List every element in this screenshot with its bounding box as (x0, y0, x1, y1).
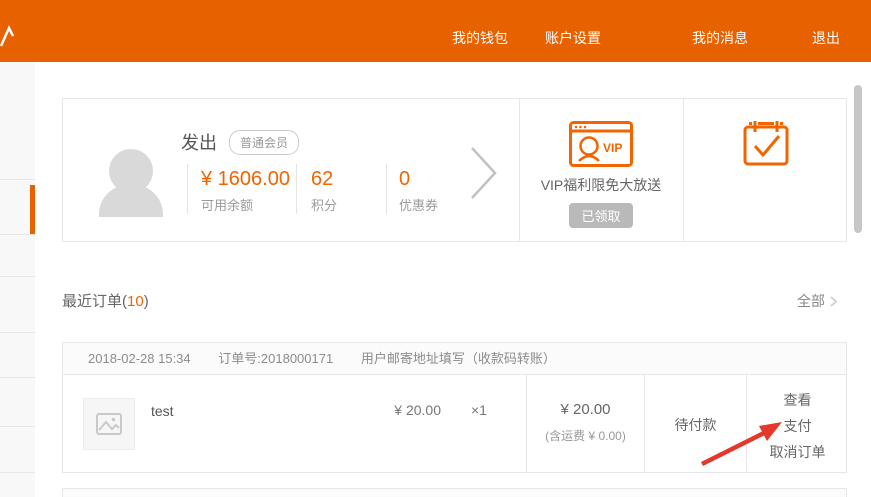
order-actions-cell: 查看 支付 取消订单 (746, 375, 848, 473)
product-price: ¥ 20.00 (383, 402, 441, 418)
points-stat: 62 积分 (311, 167, 337, 214)
sidebar-item-3[interactable] (0, 235, 35, 277)
scrollbar-thumb[interactable] (854, 85, 862, 233)
stat-divider (296, 164, 297, 214)
active-item-indicator (30, 185, 35, 234)
order-address-note: 用户邮寄地址填写（收款码转账） (361, 351, 556, 366)
pay-order-link[interactable]: 支付 (747, 417, 848, 435)
stat-divider (187, 164, 188, 214)
account-page: 我的钱包 账户设置 我的消息 退出 发出 普通会员 ¥ 1606.00 可用余额… (0, 0, 871, 497)
vip-promo-title: VIP福利限免大放送 (519, 175, 683, 195)
balance-label: 可用余额 (201, 195, 295, 214)
sidebar-item-5[interactable] (0, 333, 35, 378)
product-name[interactable]: test (151, 403, 174, 419)
coupons-label: 优惠券 (399, 195, 438, 214)
cancel-order-link[interactable]: 取消订单 (747, 443, 848, 461)
sidebar-menu (0, 62, 35, 497)
stat-divider (386, 164, 387, 214)
vip-window-icon: VIP (569, 121, 633, 167)
site-logo-fragment (0, 24, 14, 48)
nav-account-settings[interactable]: 账户设置 (545, 28, 601, 48)
member-level-badge: 普通会员 (229, 130, 299, 155)
sidebar-item-2-active[interactable] (0, 180, 35, 235)
calendar-check-icon (743, 119, 789, 167)
order-header-row: 2018-02-28 15:34 订单号:2018000171 用户邮寄地址填写… (63, 343, 846, 375)
orders-count: 10 (127, 293, 144, 310)
account-summary-card: 发出 普通会员 ¥ 1606.00 可用余额 62 积分 0 优惠券 (62, 98, 847, 242)
chevron-right-small-icon (829, 295, 838, 308)
sidebar-item-6[interactable] (0, 378, 35, 427)
svg-text:VIP: VIP (603, 141, 622, 155)
signin-calendar-block[interactable] (683, 99, 848, 241)
nav-my-messages[interactable]: 我的消息 (692, 28, 748, 48)
view-all-orders-link[interactable]: 全部 (797, 291, 838, 311)
coupons-value: 0 (399, 167, 438, 191)
order-datetime: 2018-02-28 15:34 (88, 351, 191, 366)
sidebar-item-7[interactable] (0, 427, 35, 473)
recent-orders-title: 最近订单(10) (62, 290, 149, 311)
sidebar-item-8[interactable] (0, 473, 35, 497)
nav-my-wallet[interactable]: 我的钱包 (452, 28, 508, 48)
order-card: 2018-02-28 15:34 订单号:2018000171 用户邮寄地址填写… (62, 342, 847, 473)
nav-logout[interactable]: 退出 (812, 28, 840, 48)
product-thumbnail[interactable] (83, 398, 135, 450)
avatar[interactable] (99, 149, 163, 217)
top-navbar: 我的钱包 账户设置 我的消息 退出 (0, 0, 871, 62)
view-order-link[interactable]: 查看 (747, 391, 848, 409)
avatar-torso-shape (99, 184, 163, 217)
order-number: 订单号:2018000171 (218, 351, 333, 366)
order-total: ¥ 20.00 (527, 401, 644, 418)
image-placeholder-icon (96, 413, 122, 435)
order-status: 待付款 (675, 417, 717, 433)
balance-value: ¥ 1606.00 (201, 167, 295, 191)
points-value: 62 (311, 167, 337, 191)
next-order-card-partial (62, 488, 847, 497)
points-label: 积分 (311, 195, 337, 214)
shipping-fee-note: (含运费 ¥ 0.00) (527, 427, 644, 444)
user-name: 发出 (181, 129, 217, 155)
product-quantity: ×1 (471, 402, 487, 418)
claimed-button[interactable]: 已领取 (569, 203, 632, 228)
coupons-stat: 0 优惠券 (399, 167, 438, 214)
chevron-right-icon[interactable] (469, 145, 499, 201)
vip-promo-block: VIP VIP福利限免大放送 已领取 (519, 99, 683, 241)
order-status-cell: 待付款 (644, 375, 746, 473)
balance-stat: ¥ 1606.00 可用余额 (201, 167, 295, 214)
sidebar-item-1[interactable] (0, 62, 35, 180)
sidebar-item-4[interactable] (0, 277, 35, 333)
order-total-cell: ¥ 20.00 (含运费 ¥ 0.00) (526, 375, 644, 473)
order-item-row: test ¥ 20.00 ×1 ¥ 20.00 (含运费 ¥ 0.00) 待付款… (63, 375, 846, 473)
